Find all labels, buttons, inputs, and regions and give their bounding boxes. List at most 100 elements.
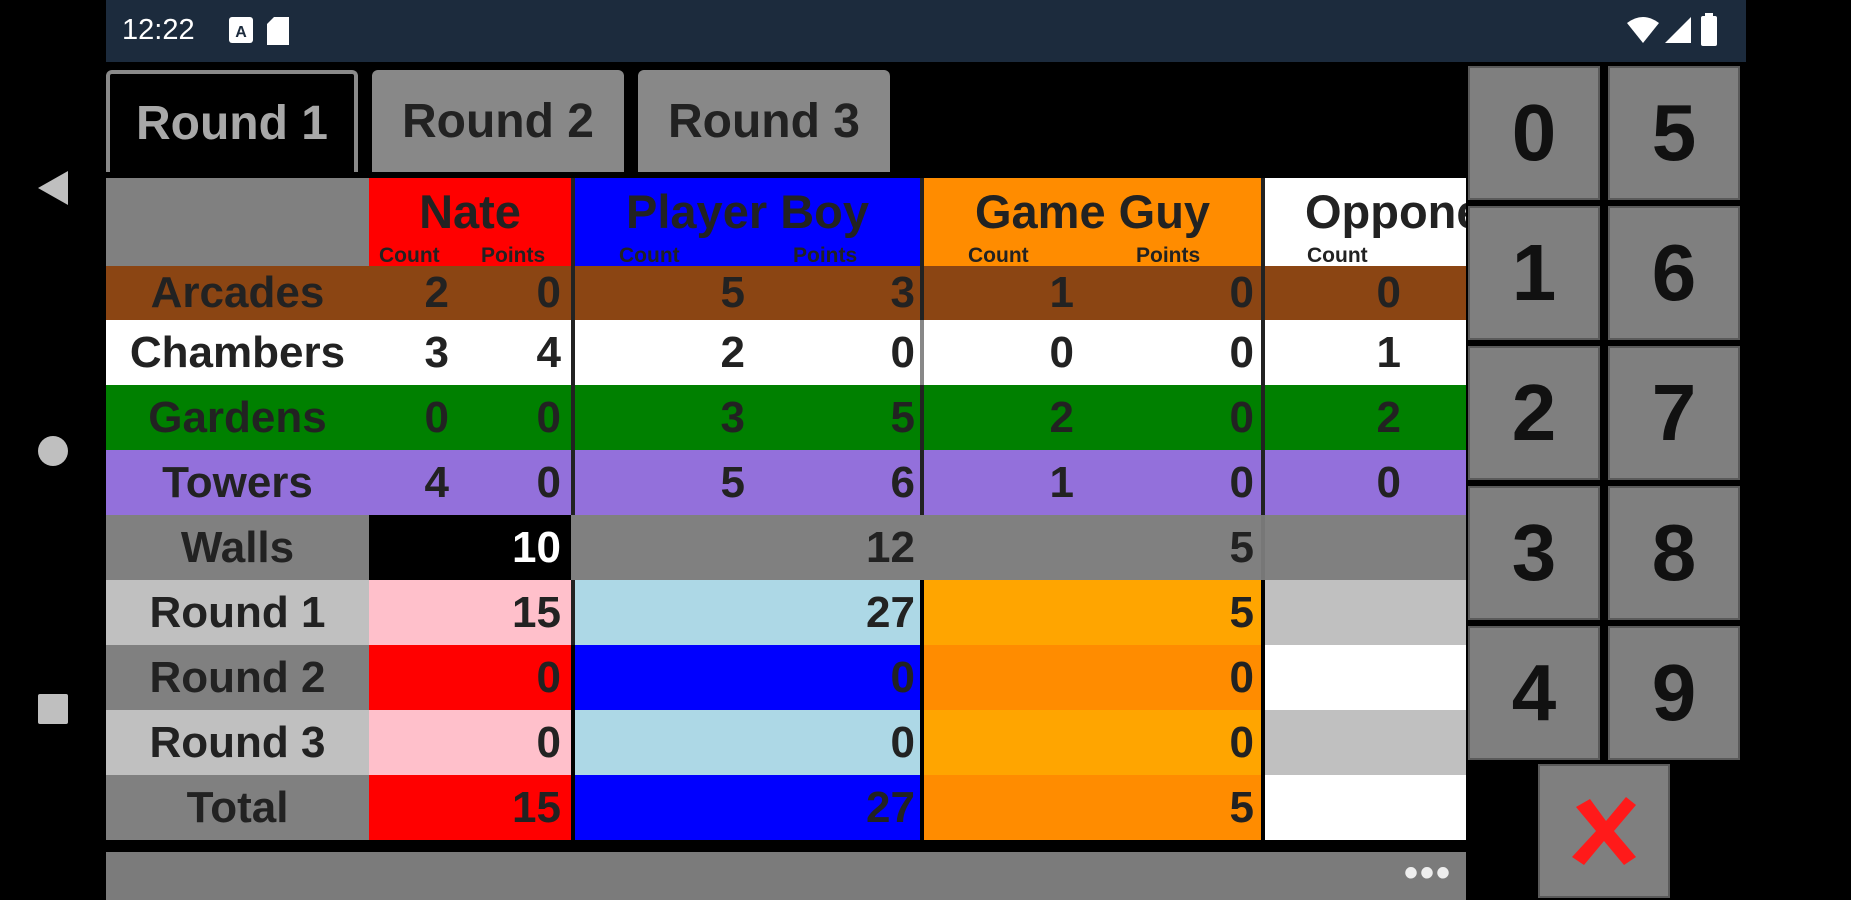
player-name: Game Guy (974, 185, 1211, 238)
round-total: 0 (1229, 717, 1254, 767)
status-bar: 12:22 A (106, 0, 1746, 62)
key-8[interactable]: 8 (1608, 486, 1740, 620)
round-total: 5 (1229, 587, 1254, 637)
round-total: 27 (866, 587, 915, 637)
player-header-game-guy[interactable]: Game Guy Count Points (924, 178, 1261, 266)
count-value[interactable]: 0 (1265, 266, 1401, 320)
row-walls: Walls 10 12 5 (106, 515, 1466, 580)
count-value[interactable]: 0 (1265, 450, 1401, 515)
points-value: 4 (536, 327, 561, 377)
clear-button[interactable] (1538, 764, 1670, 898)
back-icon[interactable] (30, 165, 76, 211)
player-header-nate[interactable]: Nate Count Points (369, 178, 571, 266)
row-arcades: Arcades 2 0 5 3 1 0 0 (106, 266, 1466, 320)
count-value[interactable]: 1 (1265, 320, 1401, 385)
player-header-opponent[interactable]: Opponent Count (1265, 178, 1466, 266)
points-value: 5 (890, 392, 915, 442)
tab-round-1[interactable]: Round 1 (106, 70, 358, 172)
row-label: Total (106, 775, 369, 840)
status-time: 12:22 (122, 14, 195, 46)
key-6[interactable]: 6 (1608, 206, 1740, 340)
round-total: 0 (1229, 652, 1254, 702)
row-label: Round 1 (106, 580, 369, 645)
wifi-icon (1626, 16, 1660, 49)
player-name: Nate (419, 185, 521, 238)
row-label: Round 3 (106, 710, 369, 775)
count-value[interactable]: 2 (1265, 385, 1401, 450)
tab-round-3[interactable]: Round 3 (638, 70, 890, 172)
count-value[interactable]: 0 (924, 320, 1074, 385)
count-label: Count (968, 244, 1029, 266)
count-value[interactable]: 4 (369, 450, 449, 515)
count-label: Count (379, 244, 440, 266)
scoring-app: Round 1 Round 2 Round 3 Nate Count Point… (106, 62, 1746, 900)
battery-icon (1700, 13, 1718, 52)
count-value[interactable]: 1 (924, 266, 1074, 320)
row-towers: Towers 4 0 5 6 1 0 0 (106, 450, 1466, 515)
svg-text:A: A (235, 24, 247, 41)
count-value[interactable]: 0 (369, 385, 449, 450)
points-value: 0 (536, 268, 561, 317)
round-total: 0 (536, 717, 561, 767)
round-cell-opponent (1265, 645, 1466, 710)
count-value[interactable]: 5 (575, 266, 745, 320)
key-2[interactable]: 2 (1468, 346, 1600, 480)
points-value: 0 (1229, 268, 1254, 317)
key-5[interactable]: 5 (1608, 66, 1740, 200)
total-cell-opponent (1265, 775, 1466, 840)
row-label: Towers (162, 457, 313, 507)
walls-value[interactable]: 12 (575, 515, 915, 580)
recent-apps-icon[interactable] (30, 686, 76, 732)
points-value: 0 (1229, 327, 1254, 377)
key-3[interactable]: 3 (1468, 486, 1600, 620)
points-value: 3 (890, 268, 915, 317)
player-header-player-boy[interactable]: Player Boy Count Points (575, 178, 920, 266)
count-value[interactable]: 3 (575, 385, 745, 450)
count-value[interactable]: 2 (575, 320, 745, 385)
key-9[interactable]: 9 (1608, 626, 1740, 760)
round-cell-opponent (1265, 580, 1466, 645)
round-total: 0 (536, 652, 561, 702)
player-name: Player Boy (626, 185, 869, 238)
row-label: Round 2 (106, 645, 369, 710)
overflow-menu-icon[interactable]: ••• (1404, 853, 1452, 893)
key-4[interactable]: 4 (1468, 626, 1600, 760)
grand-total: 15 (512, 782, 561, 832)
round-total: 0 (890, 652, 915, 702)
red-x-icon (1572, 797, 1636, 865)
row-total: Total 15 27 5 (106, 775, 1466, 840)
grand-total: 27 (866, 782, 915, 832)
home-icon[interactable] (30, 428, 76, 474)
bottom-action-bar: ••• (106, 852, 1466, 900)
column-divider (1261, 515, 1265, 580)
points-value: 6 (890, 457, 915, 507)
row-label: Arcades (150, 268, 325, 317)
points-label: Points (793, 244, 858, 266)
count-value[interactable]: 3 (369, 320, 449, 385)
count-value[interactable]: 1 (924, 450, 1074, 515)
count-label: Count (1307, 244, 1368, 266)
key-1[interactable]: 1 (1468, 206, 1600, 340)
keyboard-notification-icon: A (228, 16, 254, 49)
tab-round-2[interactable]: Round 2 (372, 70, 624, 172)
cell-signal-icon (1664, 16, 1692, 49)
walls-value[interactable]: 5 (924, 515, 1254, 580)
count-value[interactable]: 2 (369, 266, 449, 320)
row-round-3: Round 3 0 0 0 (106, 710, 1466, 775)
header-corner (106, 178, 369, 266)
count-value[interactable]: 2 (924, 385, 1074, 450)
row-chambers: Chambers 3 4 2 0 0 0 1 (106, 320, 1466, 385)
system-nav-bar (0, 0, 106, 900)
player-name: Opponent (1305, 185, 1466, 238)
row-round-1: Round 1 15 27 5 (106, 580, 1466, 645)
row-round-2: Round 2 0 0 0 (106, 645, 1466, 710)
round-total: 15 (512, 587, 561, 637)
count-value[interactable]: 5 (575, 450, 745, 515)
key-7[interactable]: 7 (1608, 346, 1740, 480)
points-label: Points (1136, 244, 1201, 266)
key-0[interactable]: 0 (1468, 66, 1600, 200)
row-label: Chambers (129, 327, 346, 377)
points-value: 0 (1229, 457, 1254, 507)
grand-total: 5 (1229, 782, 1254, 832)
sd-card-icon (266, 16, 290, 51)
